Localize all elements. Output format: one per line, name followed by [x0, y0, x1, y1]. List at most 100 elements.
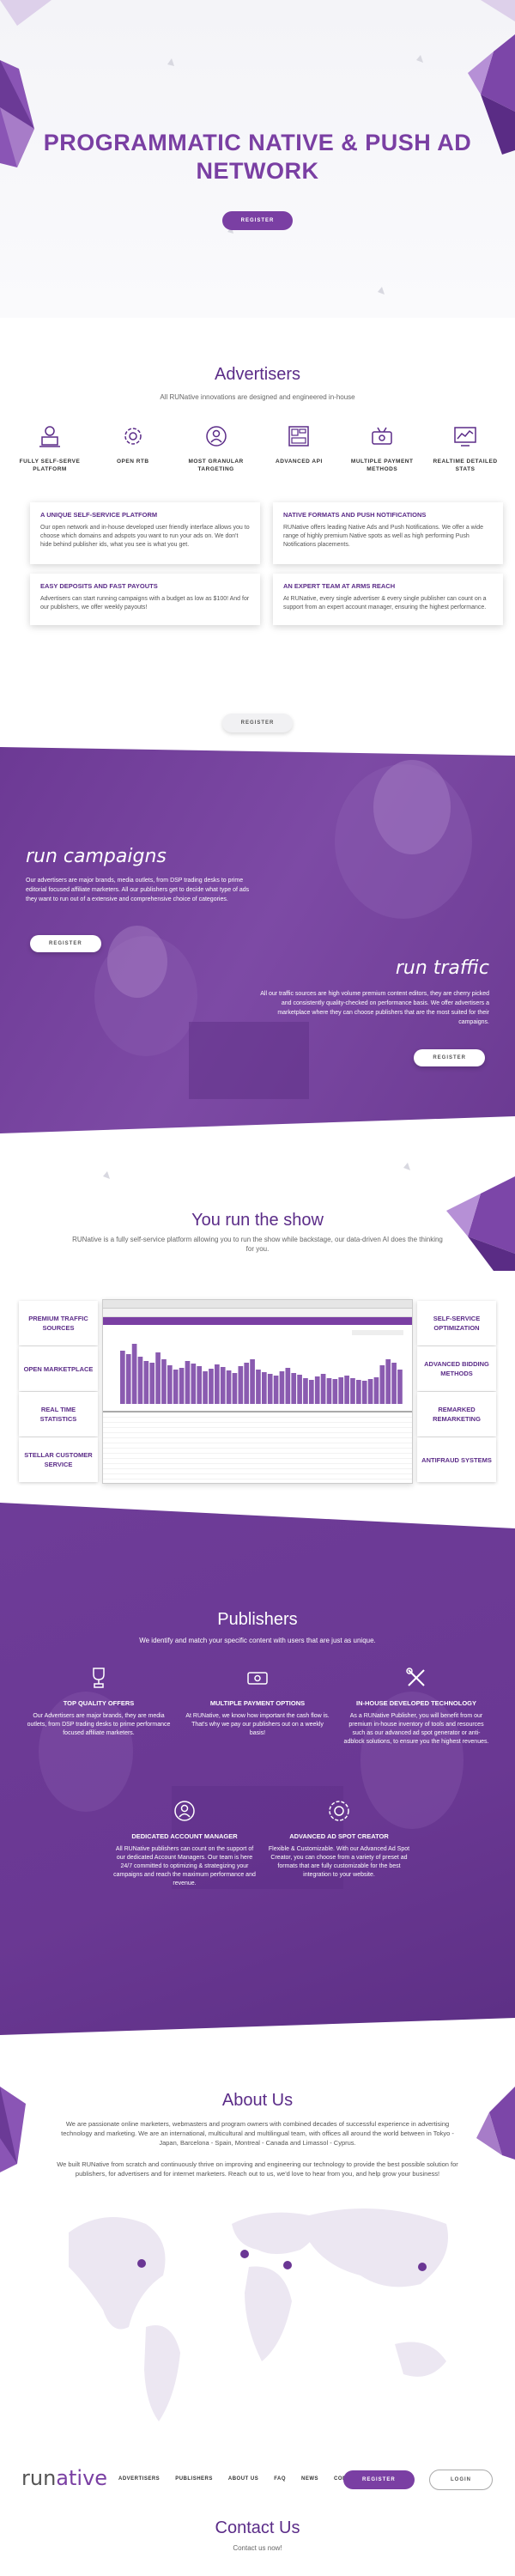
target-person-icon: [205, 426, 227, 447]
feature-label: MOST GRANULAR TARGETING: [188, 459, 244, 472]
feature-open-rtb: OPEN RTB: [99, 423, 167, 473]
dashboard-bar: [338, 1377, 344, 1404]
advertisers-feature-row: FULLY SELF-SERVE PLATFORM OPEN RTB MOST …: [15, 423, 500, 473]
dashboard-bar: [250, 1359, 255, 1404]
publisher-feature: IN-HOUSE DEVELOPED TECHNOLOGY As a RUNat…: [343, 1666, 489, 1747]
advertisers-register-button[interactable]: REGISTER: [221, 714, 294, 732]
footer-navbar: runative ADVERTISERS PUBLISHERS ABOUT US…: [0, 2456, 515, 2503]
dashboard-bar: [238, 1366, 244, 1404]
feature-text: All RUNative publishers can count on the…: [113, 1846, 256, 1886]
contact-section: Contact Us Contact us now!: [0, 2503, 515, 2576]
dashboard-browser-bar: [103, 1300, 412, 1309]
nav-link-faq[interactable]: FAQ: [274, 2476, 286, 2482]
nav-link-news[interactable]: NEWS: [301, 2476, 318, 2482]
advertisers-section: Advertisers All RUNative innovations are…: [0, 326, 515, 738]
dashboard-bar: [155, 1352, 161, 1404]
feature-text: Flexible & Customizable. With our Advanc…: [268, 1846, 410, 1878]
run-traffic-text: All our traffic sources are high volume …: [260, 991, 489, 1025]
dashboard-bar: [291, 1373, 297, 1404]
feature-label: FULLY SELF-SERVE PLATFORM: [19, 459, 81, 472]
hero-section: PROGRAMMATIC NATIVE & PUSH AD NETWORK RE…: [0, 0, 515, 318]
card-title: EASY DEPOSITS AND FAST PAYOUTS: [40, 582, 158, 590]
feature-text: At RUNative, we know how important the c…: [185, 1713, 330, 1736]
feature-self-serve: FULLY SELF-SERVE PLATFORM: [15, 423, 84, 473]
dashboard-bar: [361, 1381, 367, 1404]
run-campaigns-title: run campaigns: [26, 846, 167, 867]
dashboard-bar: [125, 1354, 131, 1404]
dashboard-bar: [297, 1375, 302, 1404]
dashboard-bar: [391, 1363, 397, 1404]
dashboard-bar: [120, 1351, 125, 1404]
publishers-section: Publishers We identify and match your sp…: [0, 1503, 515, 2052]
hero-title: PROGRAMMATIC NATIVE & PUSH AD NETWORK: [43, 130, 472, 184]
ad-gear-icon: [329, 1801, 349, 1821]
hero-register-button[interactable]: REGISTER: [221, 211, 294, 230]
nav-link-about[interactable]: ABOUT US: [228, 2476, 258, 2482]
run-the-show-section: You run the show RUNative is a fully sel…: [0, 1142, 515, 1503]
dashboard-bar: [385, 1359, 391, 1404]
dashboard-bar: [167, 1365, 173, 1404]
background-photo-overlay: [0, 1503, 515, 2052]
logo-ative: ative: [56, 2466, 108, 2490]
feature-payment: MULTIPLE PAYMENT METHODS: [348, 423, 416, 473]
run-traffic-register-button[interactable]: REGISTER: [414, 1049, 485, 1066]
payment-icon: [372, 427, 392, 445]
feature-title: DEDICATED ACCOUNT MANAGER: [131, 1832, 238, 1840]
dashboard-bar: [226, 1370, 232, 1404]
feature-text: As a RUNative Publisher, you will benefi…: [343, 1713, 489, 1745]
dashboard-bar: [244, 1363, 250, 1404]
run-campaigns-register-button[interactable]: REGISTER: [30, 935, 101, 952]
run-section: run campaigns Our advertisers are major …: [0, 738, 515, 1142]
feature-title: TOP QUALITY OFFERS: [63, 1699, 135, 1707]
dashboard-bar: [197, 1366, 203, 1404]
show-right-box: ANTIFRAUD SYSTEMS: [417, 1437, 496, 1482]
dashboard-bar: [367, 1379, 373, 1404]
dashboard-bar: [314, 1376, 320, 1404]
feature-title: ADVANCED AD SPOT CREATOR: [289, 1832, 389, 1840]
advertiser-card: NATIVE FORMATS AND PUSH NOTIFICATIONS RU…: [273, 502, 503, 564]
dashboard-table: [103, 1411, 412, 1479]
nav-login-button[interactable]: LOGIN: [429, 2470, 493, 2490]
logo[interactable]: runative: [21, 2466, 107, 2490]
show-left-box: OPEN MARKETPLACE: [19, 1346, 98, 1391]
dashboard-bar: [191, 1364, 197, 1404]
dashboard-bar: [285, 1368, 291, 1404]
show-left-box: PREMIUM TRAFFIC SOURCES: [19, 1301, 98, 1346]
show-left-box: REAL TIME STATISTICS: [19, 1392, 98, 1437]
card-text: Advertisers can start running campaigns …: [40, 596, 250, 611]
publisher-feature: DEDICATED ACCOUNT MANAGER All RUNative p…: [112, 1799, 258, 1888]
about-section: About Us We are passionate online market…: [0, 2052, 515, 2456]
contact-subtitle: Contact us now!: [233, 2544, 282, 2552]
nav-link-advertisers[interactable]: ADVERTISERS: [118, 2476, 160, 2482]
dashboard-bar: [273, 1376, 279, 1404]
dashboard-bar: [143, 1361, 149, 1404]
dashboard-bar: [309, 1380, 314, 1404]
dashboard-bar: [267, 1374, 273, 1404]
dashboard-bar: [332, 1379, 338, 1404]
dashboard-tab-bar: [103, 1309, 412, 1317]
card-title: AN EXPERT TEAM AT ARMS REACH: [283, 582, 396, 590]
dashboard-bar: [320, 1374, 326, 1404]
trophy-icon: [93, 1668, 105, 1688]
card-text: RUNative offers leading Native Ads and P…: [283, 525, 484, 548]
run-traffic-title: run traffic: [395, 957, 489, 979]
feature-text: Our Advertisers are major brands, they a…: [27, 1713, 171, 1736]
nav-register-button[interactable]: REGISTER: [343, 2470, 415, 2489]
dashboard-bar: [232, 1373, 238, 1404]
feature-label: MULTIPLE PAYMENT METHODS: [350, 459, 414, 472]
dashboard-bar: [161, 1359, 167, 1404]
run-campaigns-text: Our advertisers are major brands, media …: [26, 878, 250, 902]
dashboard-screenshot: [102, 1299, 413, 1484]
feature-label: REALTIME DETAILED STATS: [433, 459, 498, 472]
dashboard-bar: [379, 1365, 385, 1404]
feature-title: IN-HOUSE DEVELOPED TECHNOLOGY: [355, 1699, 476, 1707]
dashboard-menu-bar: [103, 1317, 412, 1325]
card-text: Our open network and in-house developed …: [40, 525, 250, 548]
dashboard-bar: [262, 1372, 267, 1404]
show-left-box: STELLAR CUSTOMER SERVICE: [19, 1437, 98, 1482]
card-title: NATIVE FORMATS AND PUSH NOTIFICATIONS: [283, 511, 427, 519]
publisher-feature: MULTIPLE PAYMENT OPTIONS At RUNative, we…: [185, 1666, 330, 1738]
dashboard-bar: [137, 1357, 143, 1404]
advertiser-card: A UNIQUE SELF-SERVICE PLATFORM Our open …: [30, 502, 260, 564]
nav-link-publishers[interactable]: PUBLISHERS: [175, 2476, 213, 2482]
